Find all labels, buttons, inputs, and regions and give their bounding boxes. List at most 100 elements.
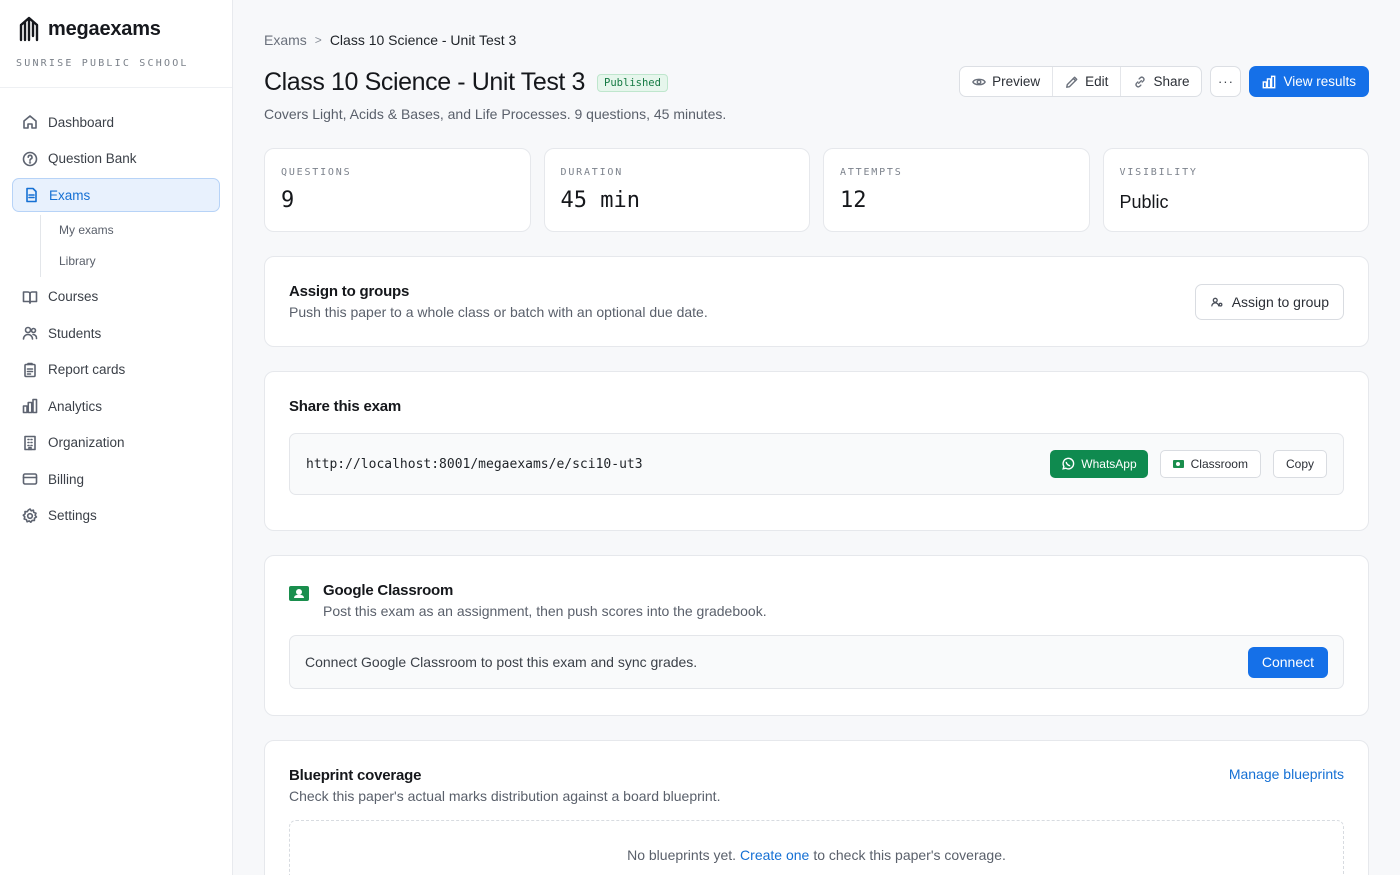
sidebar-item-label: Students [48, 325, 102, 341]
sidebar-item-organization[interactable]: Organization [12, 426, 220, 460]
empty-state-text: No blueprints yet. [627, 847, 737, 863]
assign-groups-card: Assign to groups Push this paper to a wh… [264, 256, 1369, 347]
card-description: Post this exam as an assignment, then pu… [323, 603, 767, 619]
create-blueprint-link[interactable]: Create one [740, 847, 809, 863]
sidebar-item-report-cards[interactable]: Report cards [12, 353, 220, 387]
preview-label: Preview [992, 74, 1041, 89]
pencil-icon [1066, 76, 1078, 88]
sidebar-item-question-bank[interactable]: Question Bank [12, 142, 220, 176]
main-content: Exams > Class 10 Science - Unit Test 3 C… [233, 0, 1400, 875]
classroom-connect-box: Connect Google Classroom to post this ex… [289, 635, 1344, 689]
share-button[interactable]: Share [1121, 67, 1201, 96]
title-row: Class 10 Science - Unit Test 3 Published [264, 68, 668, 97]
sidebar-item-label: Question Bank [48, 151, 137, 166]
share-link-box: http://localhost:8001/megaexams/e/sci10-… [289, 433, 1344, 495]
manage-blueprints-link[interactable]: Manage blueprints [1229, 766, 1344, 782]
status-badge: Published [597, 73, 668, 92]
action-button-group: Preview Edit Share [959, 66, 1203, 97]
assign-to-group-button[interactable]: Assign to group [1194, 284, 1344, 320]
card-title: Assign to groups [289, 283, 410, 300]
breadcrumb-exams-link[interactable]: Exams [264, 32, 307, 48]
brand[interactable]: megaexams [0, 0, 232, 44]
sidebar-item-exams[interactable]: Exams [12, 178, 220, 212]
credit-card-icon [22, 473, 38, 485]
link-icon [1135, 76, 1146, 87]
stat-label: QUESTIONS [281, 167, 352, 178]
stat-value: Public [1119, 192, 1169, 212]
document-icon [26, 187, 37, 203]
view-results-button[interactable]: View results [1249, 66, 1369, 97]
sidebar-item-label: Billing [48, 471, 85, 487]
stats-row: QUESTIONS 9 DURATION 45 min ATTEMPTS 12 … [264, 148, 1369, 232]
share-actions: WhatsApp Classroom Copy [1050, 450, 1327, 478]
share-url[interactable]: http://localhost:8001/megaexams/e/sci10-… [306, 457, 1050, 472]
sidebar-item-courses[interactable]: Courses [12, 280, 220, 314]
chevron-right-icon: > [314, 33, 322, 47]
google-classroom-header: Google Classroom Post this exam as an as… [289, 582, 1344, 619]
blueprint-empty-state: No blueprints yet. Create one to check t… [289, 820, 1344, 875]
question-circle-icon [22, 151, 38, 166]
more-options-button[interactable]: ··· [1210, 66, 1242, 97]
whatsapp-label: WhatsApp [1081, 457, 1137, 471]
sidebar-item-students[interactable]: Students [12, 316, 220, 350]
card-title: Share this exam [289, 398, 402, 415]
sidebar-item-label: Courses [48, 289, 99, 304]
google-classroom-icon [289, 586, 309, 601]
clipboard-icon [24, 362, 36, 377]
building-icon [24, 435, 36, 450]
stat-value: 9 [281, 188, 295, 213]
sidebar-item-billing[interactable]: Billing [12, 462, 220, 496]
stat-attempts: ATTEMPTS 12 [823, 148, 1090, 232]
org-name: SUNRISE PUBLIC SCHOOL [0, 44, 232, 88]
google-classroom-card: Google Classroom Post this exam as an as… [264, 555, 1369, 716]
google-classroom-icon [1172, 460, 1184, 468]
subnav-item-my-exams[interactable]: My exams [59, 215, 220, 246]
breadcrumb-current: Class 10 Science - Unit Test 3 [329, 32, 517, 48]
sidebar-item-analytics[interactable]: Analytics [12, 389, 220, 423]
stat-questions: QUESTIONS 9 [264, 148, 531, 232]
sidebar-item-label: Report cards [48, 362, 126, 377]
card-title: Google Classroom [323, 582, 454, 599]
card-description: Push this paper to a whole class or batc… [289, 304, 708, 320]
page-title: Class 10 Science - Unit Test 3 [264, 68, 586, 96]
users-icon [22, 326, 38, 340]
bar-chart-icon [1263, 75, 1276, 88]
whatsapp-share-button[interactable]: WhatsApp [1050, 450, 1148, 478]
bar-chart-icon [22, 398, 38, 414]
card-description: Check this paper's actual marks distribu… [289, 788, 721, 804]
sidebar-item-label: Settings [48, 508, 97, 523]
whatsapp-icon [1062, 457, 1075, 470]
edit-button[interactable]: Edit [1053, 67, 1122, 96]
stat-value: 12 [840, 188, 867, 213]
subnav-item-library[interactable]: Library [59, 246, 220, 277]
connect-button[interactable]: Connect [1247, 646, 1328, 678]
sidebar-item-settings[interactable]: Settings [12, 499, 220, 533]
classroom-share-button[interactable]: Classroom [1159, 450, 1261, 478]
megaexams-logo-icon [19, 16, 39, 42]
sidebar-nav: Dashboard Question Bank Exams My exams L… [0, 88, 232, 533]
sidebar: megaexams SUNRISE PUBLIC SCHOOL Dashboar… [0, 0, 233, 875]
sidebar-item-label: Analytics [48, 398, 103, 414]
page-subtitle: Covers Light, Acids & Bases, and Life Pr… [264, 106, 727, 122]
edit-label: Edit [1085, 74, 1109, 89]
stat-value: 45 min [560, 188, 640, 213]
stat-label: ATTEMPTS [840, 167, 903, 178]
classroom-label: Classroom [1190, 457, 1248, 471]
copy-link-button[interactable]: Copy [1272, 450, 1327, 478]
home-icon [23, 115, 37, 129]
sidebar-item-label: Exams [49, 187, 91, 203]
toolbar: Preview Edit Share ··· View results [959, 66, 1369, 97]
classroom-connect-message: Connect Google Classroom to post this ex… [305, 654, 698, 670]
book-open-icon [22, 290, 38, 304]
sidebar-item-label: Organization [48, 435, 125, 450]
eye-icon [972, 78, 986, 85]
sidebar-item-dashboard[interactable]: Dashboard [12, 105, 220, 139]
brand-name: megaexams [48, 17, 161, 40]
gear-icon [22, 507, 38, 523]
view-results-label: View results [1283, 74, 1356, 89]
stat-label: VISIBILITY [1119, 167, 1198, 178]
breadcrumb: Exams > Class 10 Science - Unit Test 3 [264, 32, 516, 48]
preview-button[interactable]: Preview [960, 67, 1054, 96]
stat-label: DURATION [560, 167, 624, 178]
card-title: Blueprint coverage [289, 767, 422, 784]
